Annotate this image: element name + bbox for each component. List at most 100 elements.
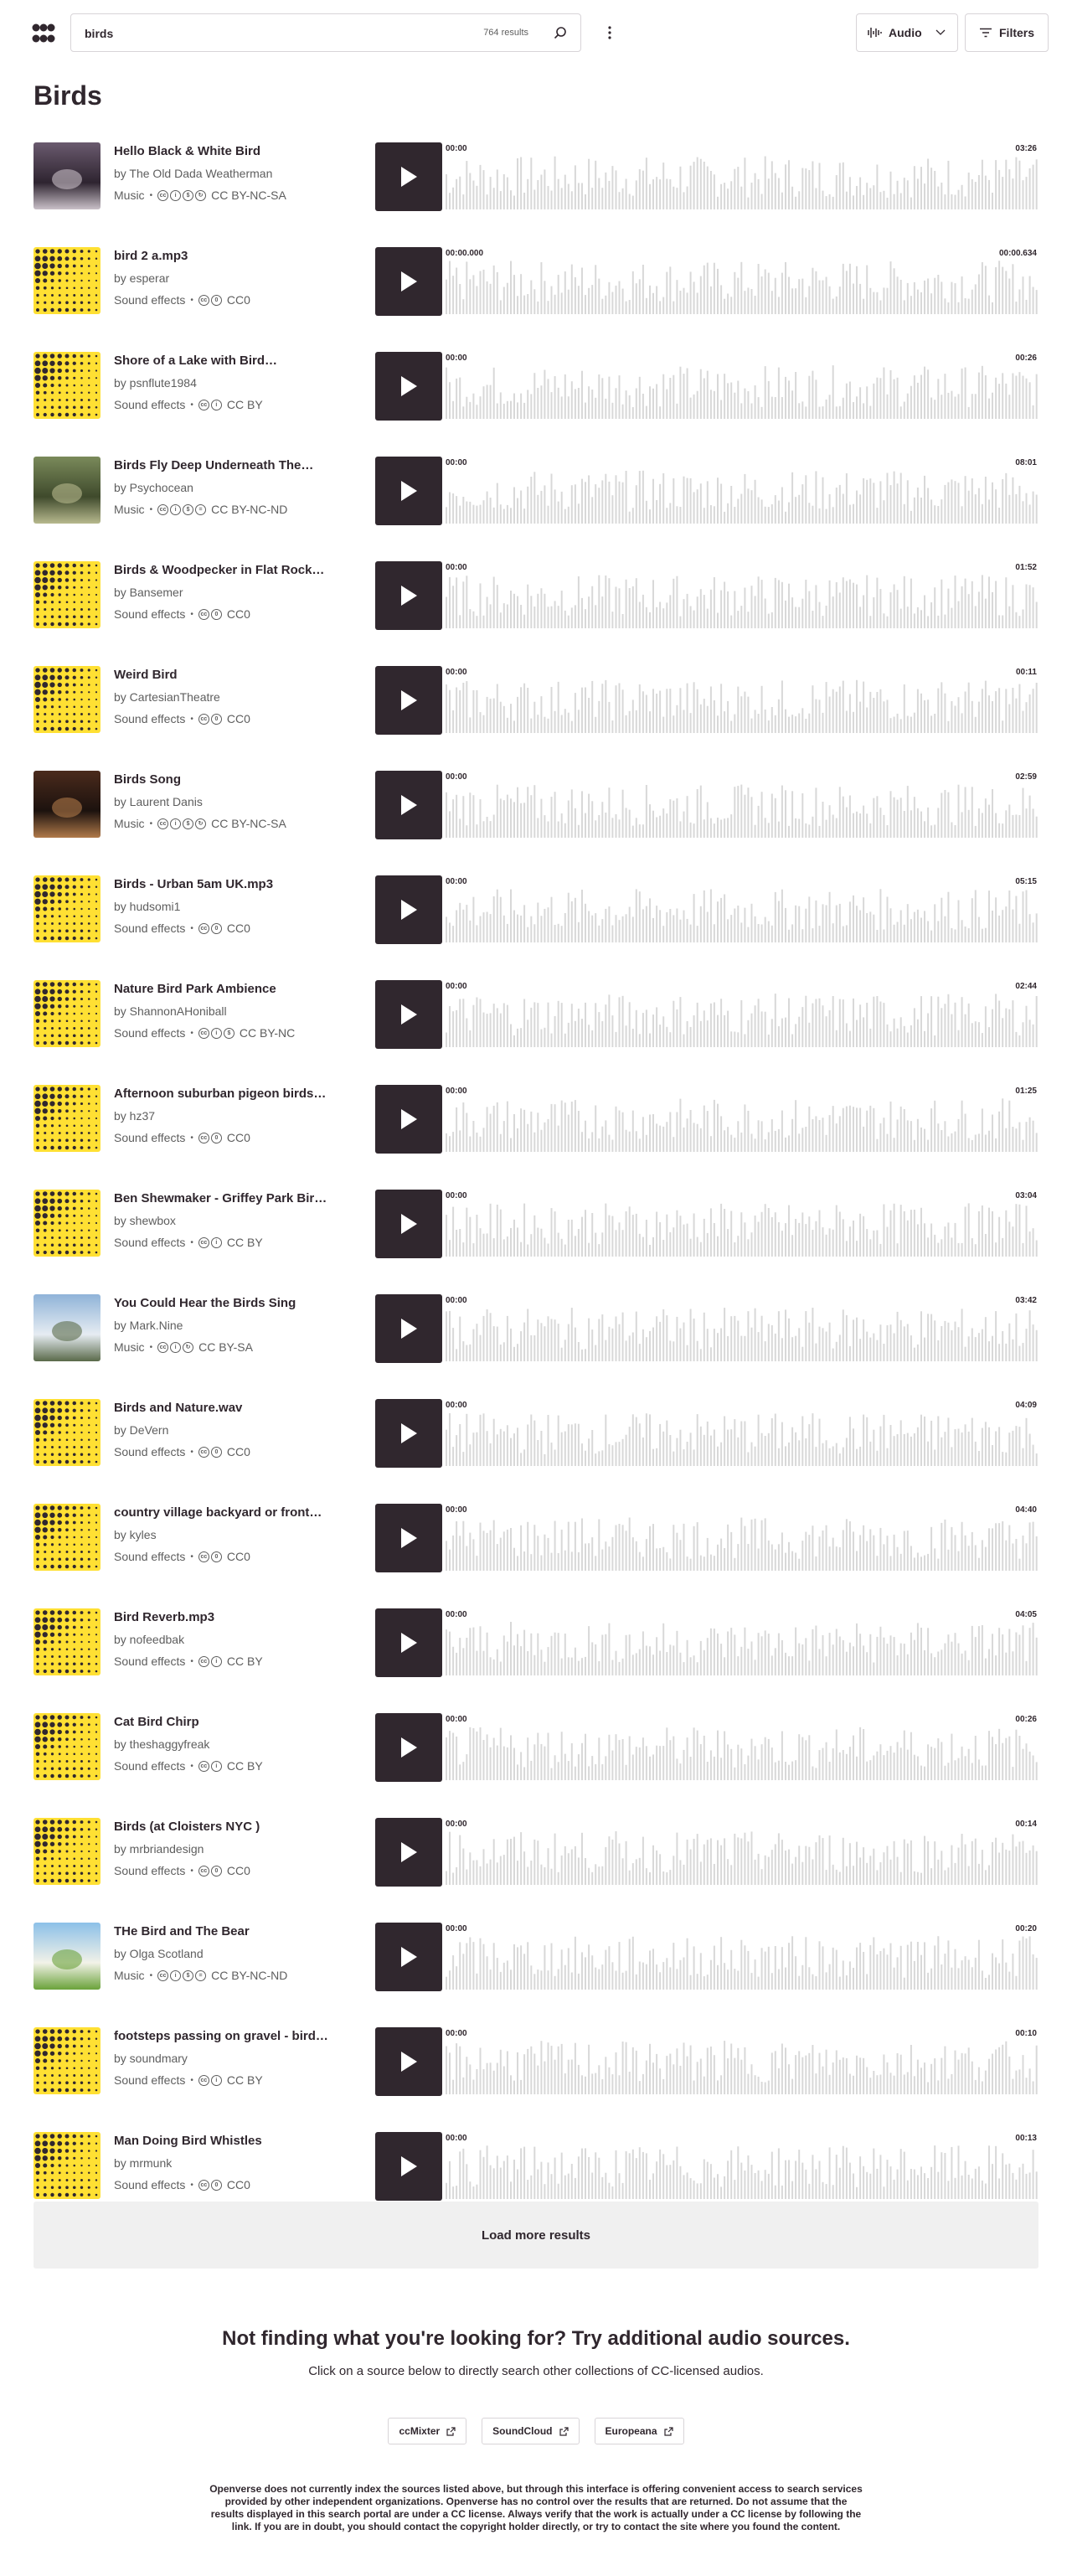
- play-button[interactable]: [375, 1923, 442, 1991]
- audio-result-row[interactable]: Birds & Woodpecker in Flat Rock… by Banse…: [34, 561, 1038, 630]
- audio-result-row[interactable]: Cat Bird Chirp by theshaggyfreak Sound eff…: [34, 1713, 1038, 1782]
- waveform[interactable]: [444, 666, 1038, 735]
- waveform-container[interactable]: 00:00 04:09: [444, 1399, 1038, 1468]
- result-title[interactable]: Birds (at Cloisters NYC ): [114, 1820, 357, 1834]
- audio-result-row[interactable]: Bird Reverb.mp3 by nofeedbak Sound effects…: [34, 1608, 1038, 1677]
- result-title[interactable]: Weird Bird: [114, 668, 357, 682]
- waveform-container[interactable]: 00:00 00:10: [444, 2027, 1038, 2096]
- audio-result-row[interactable]: You Could Hear the Birds Sing by Mark.Nin…: [34, 1294, 1038, 1363]
- thumbnail[interactable]: [34, 1713, 100, 1780]
- source-link-soundcloud[interactable]: SoundCloud: [482, 2418, 580, 2444]
- thumbnail[interactable]: [34, 666, 100, 733]
- waveform-container[interactable]: 00:00 08:01: [444, 457, 1038, 525]
- play-button[interactable]: [375, 457, 442, 525]
- play-button[interactable]: [375, 561, 442, 630]
- result-title[interactable]: Hello Black & White Bird: [114, 144, 357, 158]
- result-title[interactable]: Birds and Nature.wav: [114, 1401, 357, 1415]
- thumbnail[interactable]: [34, 561, 100, 628]
- search-input[interactable]: birds: [85, 27, 113, 40]
- waveform[interactable]: [444, 352, 1038, 421]
- audio-result-row[interactable]: country village backyard or front… by kyl…: [34, 1504, 1038, 1572]
- waveform[interactable]: [444, 875, 1038, 944]
- waveform-container[interactable]: 00:00 01:25: [444, 1085, 1038, 1154]
- thumbnail[interactable]: [34, 247, 100, 314]
- audio-result-row[interactable]: Man Doing Bird Whistles by mrmunk Sound ef…: [34, 2132, 1038, 2201]
- waveform-container[interactable]: 00:00 00:13: [444, 2132, 1038, 2201]
- thumbnail[interactable]: [34, 1294, 100, 1361]
- thumbnail[interactable]: [34, 2027, 100, 2094]
- audio-result-row[interactable]: Afternoon suburban pigeon birds… by hz37 S…: [34, 1085, 1038, 1154]
- waveform[interactable]: [444, 1294, 1038, 1363]
- source-link-europeana[interactable]: Europeana: [594, 2418, 684, 2444]
- thumbnail[interactable]: [34, 1399, 100, 1466]
- play-button[interactable]: [375, 1190, 442, 1258]
- thumbnail[interactable]: [34, 1818, 100, 1885]
- audio-result-row[interactable]: Nature Bird Park Ambience by ShannonAHoni…: [34, 980, 1038, 1049]
- audio-result-row[interactable]: Birds Fly Deep Underneath The… by Psychoc…: [34, 457, 1038, 525]
- waveform-container[interactable]: 00:00 05:15: [444, 875, 1038, 944]
- waveform-container[interactable]: 00:00 00:11: [444, 666, 1038, 735]
- more-menu-button[interactable]: [600, 18, 620, 47]
- thumbnail[interactable]: [34, 980, 100, 1047]
- waveform[interactable]: [444, 1085, 1038, 1154]
- play-button[interactable]: [375, 2132, 442, 2201]
- result-title[interactable]: You Could Hear the Birds Sing: [114, 1296, 357, 1310]
- thumbnail[interactable]: [34, 1608, 100, 1675]
- result-title[interactable]: Nature Bird Park Ambience: [114, 982, 357, 996]
- result-title[interactable]: bird 2 a.mp3: [114, 249, 357, 263]
- play-button[interactable]: [375, 771, 442, 839]
- source-link-ccmixter[interactable]: ccMixter: [388, 2418, 467, 2444]
- waveform[interactable]: [444, 247, 1038, 316]
- media-type-select[interactable]: Audio: [856, 13, 958, 52]
- thumbnail[interactable]: [34, 2132, 100, 2199]
- thumbnail[interactable]: [34, 1504, 100, 1571]
- result-title[interactable]: Birds & Woodpecker in Flat Rock…: [114, 563, 357, 577]
- load-more-button[interactable]: Load more results: [34, 2202, 1038, 2269]
- audio-result-row[interactable]: Hello Black & White Bird by The Old Dada …: [34, 142, 1038, 211]
- openverse-logo-icon[interactable]: [32, 22, 55, 45]
- play-button[interactable]: [375, 875, 442, 944]
- play-button[interactable]: [375, 1504, 442, 1572]
- thumbnail[interactable]: [34, 352, 100, 419]
- audio-result-row[interactable]: Birds Song by Laurent Danis Music • cc i $ ↻ CC …: [34, 771, 1038, 839]
- audio-result-row[interactable]: THe Bird and The Bear by Olga Scotland Mus…: [34, 1923, 1038, 1991]
- thumbnail[interactable]: [34, 1923, 100, 1990]
- result-title[interactable]: Bird Reverb.mp3: [114, 1610, 357, 1624]
- waveform[interactable]: [444, 1923, 1038, 1991]
- audio-result-row[interactable]: Ben Shewmaker - Griffey Park Bir… by shew…: [34, 1190, 1038, 1258]
- waveform[interactable]: [444, 1818, 1038, 1887]
- waveform[interactable]: [444, 457, 1038, 525]
- waveform-container[interactable]: 00:00.000 00:00.634: [444, 247, 1038, 316]
- waveform-container[interactable]: 00:00 00:26: [444, 1713, 1038, 1782]
- play-button[interactable]: [375, 142, 442, 211]
- audio-result-row[interactable]: footsteps passing on gravel - bird… by so…: [34, 2027, 1038, 2096]
- result-title[interactable]: footsteps passing on gravel - bird…: [114, 2029, 357, 2043]
- play-button[interactable]: [375, 1713, 442, 1782]
- waveform-container[interactable]: 00:00 04:05: [444, 1608, 1038, 1677]
- audio-result-row[interactable]: Shore of a Lake with Bird… by psnflute198…: [34, 352, 1038, 421]
- waveform[interactable]: [444, 771, 1038, 839]
- waveform[interactable]: [444, 1190, 1038, 1258]
- thumbnail[interactable]: [34, 1190, 100, 1257]
- waveform[interactable]: [444, 1399, 1038, 1468]
- play-button[interactable]: [375, 1399, 442, 1468]
- result-title[interactable]: Ben Shewmaker - Griffey Park Bir…: [114, 1191, 357, 1205]
- audio-result-row[interactable]: bird 2 a.mp3 by esperar Sound effects • cc 0 C…: [34, 247, 1038, 316]
- thumbnail[interactable]: [34, 771, 100, 838]
- play-button[interactable]: [375, 1608, 442, 1677]
- waveform-container[interactable]: 00:00 03:26: [444, 142, 1038, 211]
- result-title[interactable]: country village backyard or front…: [114, 1505, 357, 1520]
- play-button[interactable]: [375, 352, 442, 421]
- thumbnail[interactable]: [34, 875, 100, 942]
- audio-result-row[interactable]: Weird Bird by CartesianTheatre Sound effec…: [34, 666, 1038, 735]
- waveform-container[interactable]: 00:00 03:42: [444, 1294, 1038, 1363]
- result-title[interactable]: Birds - Urban 5am UK.mp3: [114, 877, 357, 891]
- play-button[interactable]: [375, 1085, 442, 1154]
- waveform[interactable]: [444, 142, 1038, 211]
- waveform-container[interactable]: 00:00 04:40: [444, 1504, 1038, 1572]
- waveform-container[interactable]: 00:00 02:59: [444, 771, 1038, 839]
- result-title[interactable]: Shore of a Lake with Bird…: [114, 354, 357, 368]
- result-title[interactable]: Cat Bird Chirp: [114, 1715, 357, 1729]
- waveform[interactable]: [444, 2132, 1038, 2201]
- waveform-container[interactable]: 00:00 00:14: [444, 1818, 1038, 1887]
